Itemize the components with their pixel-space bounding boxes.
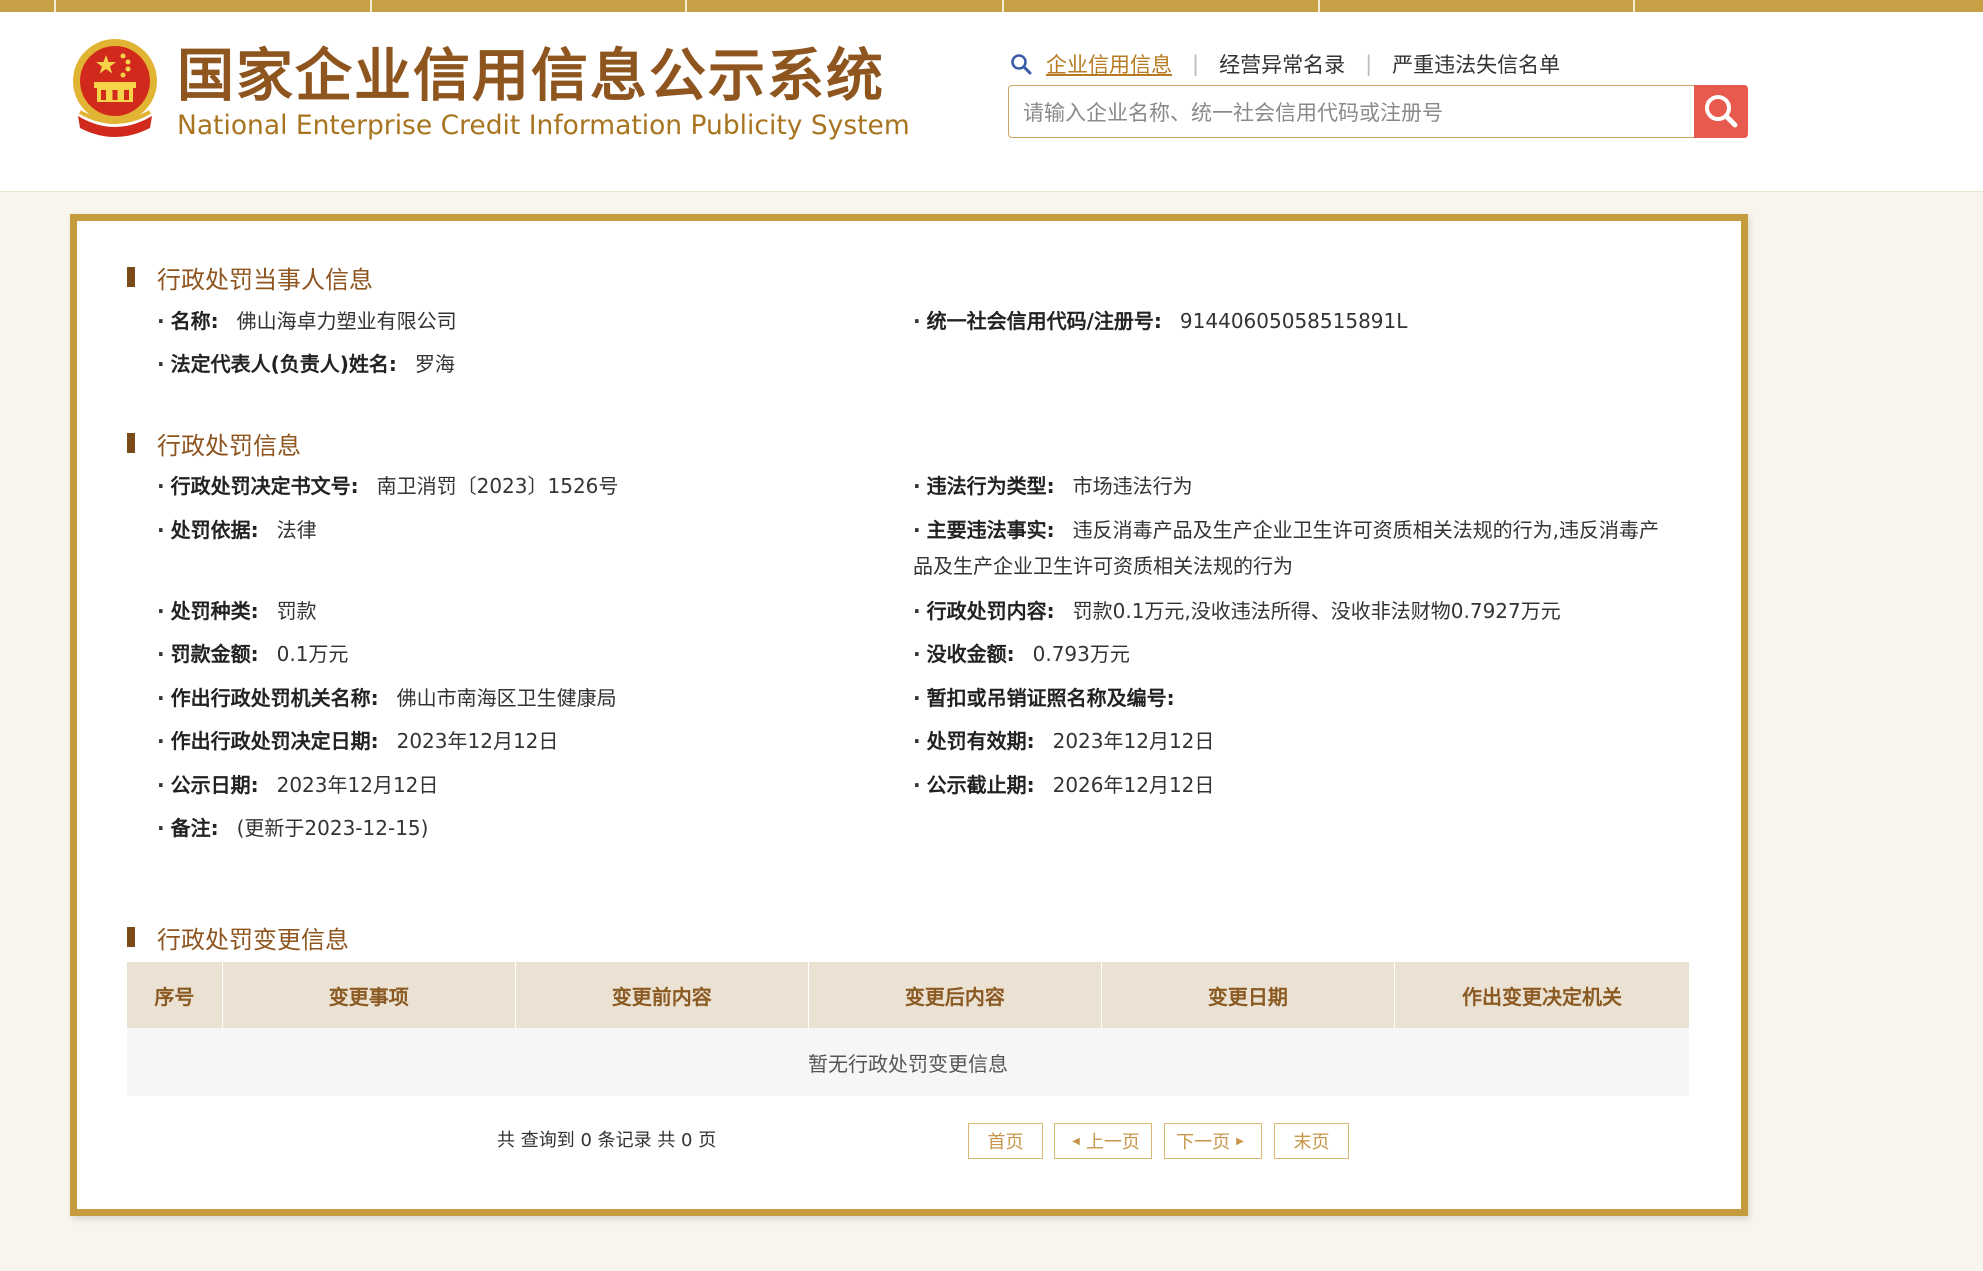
- field-penalty-kind: · 处罚种类: 罚款: [157, 599, 317, 623]
- field-penalty-basis: · 处罚依据: 法律: [157, 518, 317, 542]
- link-serious-violation-list[interactable]: 严重违法失信名单: [1392, 49, 1560, 79]
- field-value: 佛山海卓力塑业有限公司: [236, 309, 457, 333]
- caret-right-icon: ▶: [1236, 1135, 1244, 1147]
- pagination-summary: 共 查询到 0 条记录 共 0 页: [497, 1130, 717, 1151]
- field-value: 0.793万元: [1032, 642, 1130, 666]
- field-legal-rep: · 法定代表人(负责人)姓名: 罗海: [157, 352, 455, 376]
- field-label: 行政处罚内容:: [926, 599, 1055, 623]
- field-license-suspension: · 暂扣或吊销证照名称及编号:: [913, 686, 1175, 710]
- field-label: 暂扣或吊销证照名称及编号:: [926, 686, 1175, 710]
- field-label: 统一社会信用代码/注册号:: [926, 309, 1162, 333]
- field-value: 法律: [276, 518, 317, 542]
- section-title-text: 行政处罚变更信息: [157, 925, 349, 954]
- field-confiscation-amount: · 没收金额: 0.793万元: [913, 642, 1130, 666]
- search-icon: [1705, 95, 1738, 128]
- link-enterprise-credit-info[interactable]: 企业信用信息: [1046, 49, 1172, 79]
- field-penalty-content: · 行政处罚内容: 罚款0.1万元,没收违法所得、没收非法财物0.7927万元: [913, 599, 1561, 623]
- search-category-links: 企业信用信息 | 经营异常名录 | 严重违法失信名单: [1010, 48, 1560, 80]
- field-label: 处罚有效期:: [926, 729, 1035, 753]
- field-label: 公示日期:: [170, 773, 259, 797]
- field-label: 行政处罚决定书文号:: [170, 474, 359, 498]
- section-marker: [127, 927, 135, 947]
- link-separator: |: [1365, 52, 1373, 76]
- section-title-penalty: 行政处罚信息: [127, 425, 301, 461]
- field-value: 罚款0.1万元,没收违法所得、没收非法财物0.7927万元: [1072, 599, 1561, 623]
- field-value: 2023年12月12日: [276, 773, 439, 797]
- change-records-table: 序号 变更事项 变更前内容 变更后内容 变更日期 作出变更决定机关 暂无行政处罚…: [127, 962, 1689, 1096]
- field-label: 名称:: [170, 309, 219, 333]
- site-title-cn: 国家企业信用信息公示系统: [177, 43, 885, 109]
- link-separator: |: [1192, 52, 1200, 76]
- field-violation-type: · 违法行为类型: 市场违法行为: [913, 474, 1193, 498]
- col-header-change-date: 变更日期: [1101, 962, 1395, 1028]
- field-value: 2023年12月12日: [1052, 729, 1215, 753]
- field-name: · 名称: 佛山海卓力塑业有限公司: [157, 309, 457, 333]
- col-header-change-authority: 作出变更决定机关: [1394, 962, 1689, 1028]
- last-page-label: 末页: [1293, 1132, 1330, 1153]
- field-label: 处罚种类:: [170, 599, 259, 623]
- field-value: 佛山市南海区卫生健康局: [396, 686, 617, 710]
- field-label: 处罚依据:: [170, 518, 259, 542]
- search-icon: [1011, 54, 1032, 75]
- field-value: 市场违法行为: [1072, 474, 1193, 498]
- top-accent-strip: [0, 0, 1983, 12]
- field-decision-number: · 行政处罚决定书文号: 南卫消罚〔2023〕1526号: [157, 474, 619, 498]
- search-box: [1008, 85, 1748, 139]
- section-title-party: 行政处罚当事人信息: [127, 259, 373, 295]
- field-value: 罗海: [414, 352, 455, 376]
- field-label: 备注:: [170, 816, 219, 840]
- section-title-text: 行政处罚信息: [157, 431, 301, 460]
- section-title-text: 行政处罚当事人信息: [157, 265, 373, 294]
- site-header: 国家企业信用信息公示系统 National Enterprise Credit …: [0, 12, 1983, 192]
- field-value: 南卫消罚〔2023〕1526号: [376, 474, 619, 498]
- field-fine-amount: · 罚款金额: 0.1万元: [157, 642, 349, 666]
- first-page-label: 首页: [987, 1132, 1024, 1153]
- prev-page-button[interactable]: ◀ 上一页: [1054, 1123, 1152, 1159]
- prev-page-label: 上一页: [1085, 1132, 1140, 1153]
- table-row-empty: 暂无行政处罚变更信息: [127, 1028, 1689, 1096]
- empty-message: 暂无行政处罚变更信息: [127, 1028, 1689, 1096]
- national-emblem-icon: [73, 39, 157, 137]
- section-marker: [127, 433, 135, 453]
- field-value: 罚款: [276, 599, 317, 623]
- field-value: 2026年12月12日: [1052, 773, 1215, 797]
- site-title-en: National Enterprise Credit Information P…: [177, 110, 910, 141]
- field-authority-name: · 作出行政处罚机关名称: 佛山市南海区卫生健康局: [157, 686, 617, 710]
- field-credit-code: · 统一社会信用代码/注册号: 91440605058515891L: [913, 309, 1408, 333]
- col-header-index: 序号: [127, 962, 223, 1028]
- field-label: 公示截止期:: [926, 773, 1035, 797]
- field-validity-period: · 处罚有效期: 2023年12月12日: [913, 729, 1215, 753]
- penalty-detail-panel: 行政处罚当事人信息 · 名称: 佛山海卓力塑业有限公司 · 统一社会信用代码/注册号:…: [70, 214, 1748, 1216]
- field-label: 作出行政处罚机关名称:: [170, 686, 379, 710]
- field-publicity-date: · 公示日期: 2023年12月12日: [157, 773, 439, 797]
- field-main-facts: · 主要违法事实: 违反消毒产品及生产企业卫生许可资质相关法规的行为,违反消毒产品及…: [913, 518, 1659, 578]
- section-title-changes: 行政处罚变更信息: [127, 919, 349, 955]
- last-page-button[interactable]: 末页: [1274, 1123, 1349, 1159]
- search-input[interactable]: [1021, 86, 1685, 139]
- field-label: 没收金额:: [926, 642, 1015, 666]
- field-publicity-deadline: · 公示截止期: 2026年12月12日: [913, 773, 1215, 797]
- col-header-change-item: 变更事项: [222, 962, 516, 1028]
- next-page-button[interactable]: 下一页 ▶: [1164, 1123, 1262, 1159]
- field-label: 罚款金额:: [170, 642, 259, 666]
- field-value: 0.1万元: [276, 642, 349, 666]
- col-header-after: 变更后内容: [808, 962, 1102, 1028]
- col-header-before: 变更前内容: [515, 962, 809, 1028]
- field-label: 作出行政处罚决定日期:: [170, 729, 379, 753]
- field-decision-date: · 作出行政处罚决定日期: 2023年12月12日: [157, 729, 559, 753]
- search-button[interactable]: [1694, 85, 1748, 138]
- field-value: 2023年12月12日: [396, 729, 559, 753]
- field-label: 违法行为类型:: [926, 474, 1055, 498]
- field-label: 法定代表人(负责人)姓名:: [170, 352, 397, 376]
- link-abnormal-operation-list[interactable]: 经营异常名录: [1219, 49, 1345, 79]
- caret-left-icon: ◀: [1072, 1135, 1080, 1147]
- first-page-button[interactable]: 首页: [968, 1123, 1043, 1159]
- field-value: 91440605058515891L: [1179, 309, 1408, 333]
- field-label: 主要违法事实:: [926, 518, 1055, 542]
- section-marker: [127, 267, 135, 287]
- field-value: (更新于2023-12-15): [236, 816, 429, 840]
- field-remarks: · 备注: (更新于2023-12-15): [157, 816, 429, 840]
- next-page-label: 下一页: [1176, 1132, 1231, 1153]
